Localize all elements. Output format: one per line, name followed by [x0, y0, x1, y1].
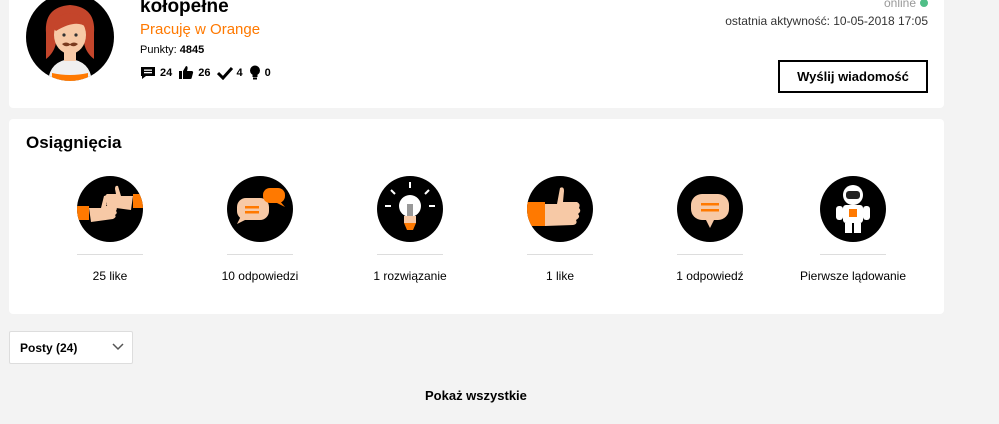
achievements-title: Osiągnięcia: [26, 133, 122, 152]
avatar: [26, 0, 114, 81]
points-value: 4845: [179, 44, 205, 56]
badge-25-likes[interactable]: 25 like: [50, 176, 170, 283]
badge-divider: [227, 254, 293, 255]
achievements-card: Osiągnięcia 25 like 10 odpowiedzi 1 rozw…: [9, 119, 944, 314]
points: Punkty: 4845: [140, 44, 204, 56]
online-status: online: [884, 0, 928, 10]
stat-likes-value: 26: [198, 66, 211, 79]
badge-1-like[interactable]: 1 like: [500, 176, 620, 283]
checkmark-icon: [216, 66, 233, 80]
badge-divider: [820, 254, 886, 255]
badge-label: 1 odpowiedź: [676, 269, 744, 283]
stat-ideas: 0: [249, 65, 271, 80]
thumb-up-icon: [179, 66, 194, 79]
badge-first-landing[interactable]: Pierwsze lądowanie: [793, 176, 913, 283]
send-message-button[interactable]: Wyślij wiadomość: [778, 60, 928, 93]
company-label[interactable]: Pracuję w Orange: [140, 21, 260, 38]
speech-bubble-icon: [677, 176, 743, 242]
online-status-dot: [920, 0, 928, 7]
stat-comments-value: 24: [160, 66, 173, 79]
badge-divider: [527, 254, 593, 255]
badge-label: 1 like: [545, 269, 574, 283]
posts-dropdown[interactable]: Posty (24): [9, 331, 133, 364]
show-all-link[interactable]: Pokaż wszystkie: [425, 388, 527, 403]
badge-1-answer[interactable]: 1 odpowiedź: [650, 176, 770, 283]
posts-dropdown-value: Posty (24): [20, 340, 78, 355]
lightbulb-icon: [377, 176, 443, 242]
astronaut-icon: [820, 176, 886, 242]
stat-solutions: 4: [216, 66, 243, 80]
badge-1-solution[interactable]: 1 rozwiązanie: [350, 176, 470, 283]
badge-label: Pierwsze lądowanie: [799, 269, 907, 283]
two-thumbs-up-icon: [77, 176, 143, 242]
points-label: Punkty:: [140, 44, 177, 56]
stat-solutions-value: 4: [236, 66, 243, 79]
lightbulb-icon: [249, 65, 260, 80]
badge-divider: [377, 254, 443, 255]
badge-divider: [677, 254, 743, 255]
user-stats: 24 26 4 0: [140, 65, 277, 80]
stat-ideas-value: 0: [264, 66, 271, 79]
profile-card: kołopełne Pracuję w Orange Punkty: 4845 …: [9, 0, 944, 108]
stat-comments: 24: [140, 66, 172, 80]
comment-icon: [141, 66, 155, 79]
online-status-text: online: [883, 0, 916, 10]
badge-divider: [77, 254, 143, 255]
stat-likes: 26: [178, 65, 211, 80]
badge-label: 1 rozwiązanie: [373, 269, 447, 283]
username: kołopełne: [140, 0, 229, 17]
badge-label: 25 like: [92, 269, 128, 283]
last-active: ostatnia aktywność: 10-05-2018 17:05: [725, 14, 928, 28]
badge-10-answers[interactable]: 10 odpowiedzi: [200, 176, 320, 283]
badge-label: 10 odpowiedzi: [221, 269, 299, 283]
chevron-down-icon: [112, 343, 124, 351]
speech-bubbles-icon: [227, 176, 293, 242]
thumb-up-icon: [527, 176, 593, 242]
